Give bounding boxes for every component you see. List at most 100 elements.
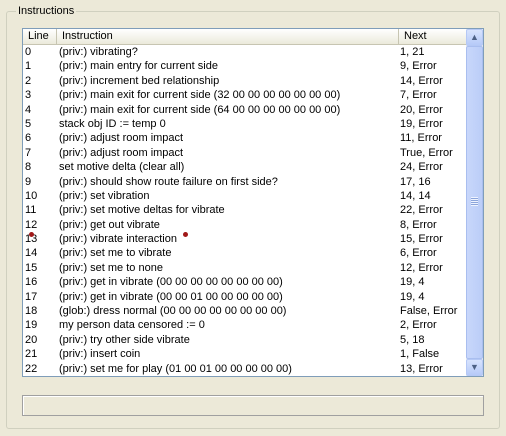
- cell-instruction: (priv:) adjust room impact: [59, 146, 184, 159]
- cell-next: 22, Error: [400, 204, 443, 217]
- cell-line: 18: [25, 305, 38, 318]
- cell-instruction: (priv:) get in vibrate (00 00 00 00 00 0…: [59, 276, 283, 289]
- column-header-next[interactable]: Next: [399, 29, 466, 44]
- cell-line: 21: [25, 348, 38, 361]
- cell-line: 10: [25, 189, 38, 202]
- cell-next: 13, Error: [400, 362, 443, 375]
- cell-line: 0: [25, 46, 32, 58]
- cell-line: 16: [25, 276, 38, 289]
- table-row[interactable]: 9 (priv:) should show route failure on fi…: [23, 175, 466, 189]
- vertical-scrollbar[interactable]: ▲ ▼: [466, 29, 483, 376]
- cell-instruction: (priv:) vibrate interaction: [59, 233, 177, 246]
- list-rows: 0 (priv:) vibrating? 1, 21 1 (priv:) main en…: [23, 45, 466, 376]
- table-row[interactable]: 11 (priv:) set motive deltas for vibrate 2…: [23, 203, 466, 217]
- cell-instruction: my person data censored := 0: [59, 319, 205, 332]
- cell-instruction: (priv:) set me to none: [59, 261, 163, 274]
- table-row[interactable]: 2 (priv:) increment bed relationship 14, E…: [23, 74, 466, 88]
- cell-next: 7, Error: [400, 89, 437, 102]
- cell-line: 2: [25, 74, 32, 87]
- cell-line: 3: [25, 89, 32, 102]
- cell-next: 15, Error: [400, 233, 443, 246]
- cell-next: 8, Error: [400, 218, 437, 231]
- arrow-up-icon[interactable]: ▲: [466, 29, 483, 46]
- cell-instruction: (glob:) dress normal (00 00 00 00 00 00 …: [59, 305, 287, 318]
- cell-line: 5: [25, 117, 32, 130]
- cell-instruction: (priv:) get in vibrate (00 00 01 00 00 0…: [59, 290, 283, 303]
- cell-instruction: (priv:) insert coin: [59, 348, 141, 361]
- cell-line: 14: [25, 247, 38, 260]
- cell-instruction: (priv:) main entry for current side: [59, 60, 218, 73]
- cell-instruction: (priv:) main exit for current side (32 0…: [59, 89, 341, 102]
- table-row[interactable]: 21 (priv:) insert coin 1, False: [23, 347, 466, 361]
- cell-instruction: stack obj ID := temp 0: [59, 117, 166, 130]
- table-row[interactable]: 17 (priv:) get in vibrate (00 00 01 00 00…: [23, 290, 466, 304]
- arrow-down-icon[interactable]: ▼: [466, 359, 483, 376]
- cell-next: 1, False: [400, 348, 440, 361]
- table-row[interactable]: 6 (priv:) adjust room impact 11, Error: [23, 131, 466, 145]
- cell-next: 1, 21: [400, 46, 425, 58]
- table-row[interactable]: 1 (priv:) main entry for current side 9, E…: [23, 59, 466, 73]
- cell-instruction: (priv:) set motive deltas for vibrate: [59, 204, 225, 217]
- cell-next: True, Error: [400, 146, 453, 159]
- cell-next: 14, Error: [400, 74, 443, 87]
- cell-instruction: (priv:) adjust room impact: [59, 132, 184, 145]
- table-row[interactable]: 20 (priv:) try other side vibrate 5, 18: [23, 333, 466, 347]
- cell-next: 2, Error: [400, 319, 437, 332]
- table-row[interactable]: 7 (priv:) adjust room impact True, Error: [23, 146, 466, 160]
- cell-line: 9: [25, 175, 32, 188]
- table-row[interactable]: 5 stack obj ID := temp 0 19, Error: [23, 117, 466, 131]
- cell-next: 14, 14: [400, 189, 431, 202]
- cell-next: 17, 16: [400, 175, 431, 188]
- list-header: Line Instruction Next: [23, 29, 466, 45]
- cell-line: 15: [25, 261, 38, 274]
- cell-next: 19, 4: [400, 290, 425, 303]
- cell-line: 17: [25, 290, 38, 303]
- column-header-line[interactable]: Line: [23, 29, 57, 44]
- cell-instruction: (priv:) set vibration: [59, 189, 150, 202]
- cell-line: 6: [25, 132, 32, 145]
- table-row[interactable]: 15 (priv:) set me to none 12, Error: [23, 261, 466, 275]
- cell-instruction: (priv:) set me for play (01 00 01 00 00 …: [59, 362, 292, 375]
- cell-next: 5, 18: [400, 333, 425, 346]
- table-row[interactable]: 19 my person data censored := 0 2, Error: [23, 318, 466, 332]
- table-row[interactable]: 13 (priv:) vibrate interaction 15, Error: [23, 232, 466, 246]
- cell-line: 8: [25, 161, 32, 174]
- cell-next: 11, Error: [400, 132, 442, 145]
- instructions-group-title: Instructions: [16, 5, 77, 17]
- grip-icon: [471, 197, 478, 206]
- cell-instruction: (priv:) should show route failure on fir…: [59, 175, 278, 188]
- cell-line: 22: [25, 362, 38, 375]
- cell-line: 1: [25, 60, 32, 73]
- cell-line: 19: [25, 319, 38, 332]
- table-row[interactable]: 22 (priv:) set me for play (01 00 01 00 0…: [23, 362, 466, 376]
- cell-next: 20, Error: [400, 103, 443, 116]
- table-row[interactable]: 18 (glob:) dress normal (00 00 00 00 00 0…: [23, 304, 466, 318]
- cell-next: 12, Error: [400, 261, 443, 274]
- table-row[interactable]: 3 (priv:) main exit for current side (32 …: [23, 88, 466, 102]
- cell-next: 9, Error: [400, 60, 437, 73]
- cell-instruction: (priv:) vibrating?: [59, 46, 138, 58]
- cell-next: 6, Error: [400, 247, 437, 260]
- cell-next: 19, 4: [400, 276, 425, 289]
- cell-next: False, Error: [400, 305, 458, 318]
- table-row[interactable]: 16 (priv:) get in vibrate (00 00 00 00 00…: [23, 275, 466, 289]
- table-row[interactable]: 4 (priv:) main exit for current side (64 …: [23, 103, 466, 117]
- table-row[interactable]: 14 (priv:) set me to vibrate 6, Error: [23, 246, 466, 260]
- cell-line: 12: [25, 218, 38, 231]
- table-row[interactable]: 10 (priv:) set vibration 14, 14: [23, 189, 466, 203]
- cell-next: 19, Error: [400, 117, 443, 130]
- table-row[interactable]: 8 set motive delta (clear all) 24, Error: [23, 160, 466, 174]
- cell-instruction: (priv:) main exit for current side (64 0…: [59, 103, 341, 116]
- cell-instruction: (priv:) set me to vibrate: [59, 247, 172, 260]
- cell-line: 11: [25, 204, 37, 217]
- table-row[interactable]: 0 (priv:) vibrating? 1, 21: [23, 45, 466, 59]
- status-field: [22, 395, 484, 416]
- column-header-instruction[interactable]: Instruction: [57, 29, 399, 44]
- scrollbar-thumb[interactable]: [466, 46, 483, 359]
- cell-instruction: (priv:) try other side vibrate: [59, 333, 190, 346]
- cell-instruction: set motive delta (clear all): [59, 161, 185, 174]
- cell-instruction: (priv:) get out vibrate: [59, 218, 160, 231]
- instructions-list[interactable]: Line Instruction Next 0 (priv:) vibrating…: [22, 28, 484, 377]
- cell-next: 24, Error: [400, 161, 443, 174]
- table-row[interactable]: 12 (priv:) get out vibrate 8, Error: [23, 218, 466, 232]
